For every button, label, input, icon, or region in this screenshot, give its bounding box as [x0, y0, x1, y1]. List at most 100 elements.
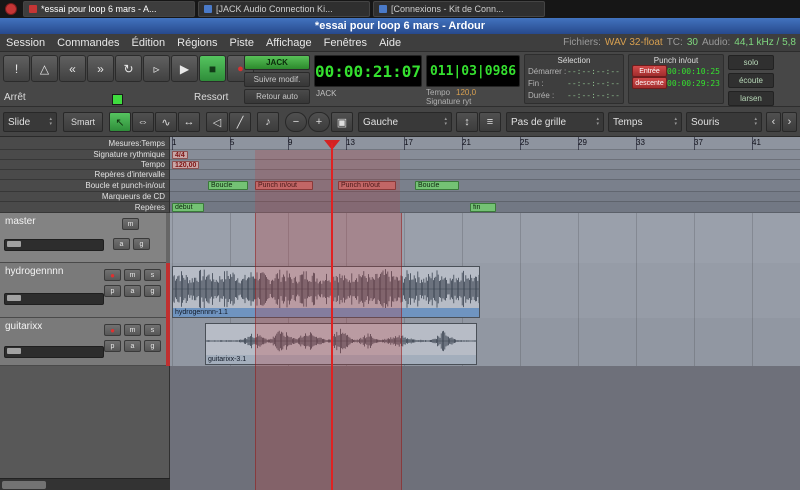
track-name[interactable]: hydrogennnn: [5, 266, 63, 277]
track-header-master[interactable]: master m a g: [0, 213, 166, 263]
playlist-button[interactable]: p: [104, 340, 121, 352]
object-tool[interactable]: ↖: [109, 112, 131, 132]
punch-out-toggle[interactable]: descente: [632, 77, 667, 89]
feedback-button[interactable]: larsen: [728, 91, 774, 106]
selection-start-value[interactable]: --:--:--:--: [567, 67, 620, 76]
bars-ruler[interactable]: 1 5 9 13 17 21 25 29 33 37 41: [170, 137, 800, 150]
automation-button[interactable]: a: [124, 340, 141, 352]
automation-button[interactable]: a: [113, 238, 130, 250]
task-button-connections[interactable]: [Connexions - Kit de Conn...: [373, 1, 545, 17]
signature-marker[interactable]: 4/4: [172, 151, 188, 159]
playhead-line[interactable]: [331, 213, 333, 490]
metronome-button[interactable]: △: [31, 55, 58, 82]
mute-button[interactable]: m: [124, 324, 141, 336]
follow-edits-button[interactable]: Suivre modif.: [244, 72, 310, 87]
scrollbar-thumb[interactable]: [2, 481, 46, 489]
loop-marker[interactable]: Boucle: [415, 181, 459, 190]
loop-button[interactable]: ↻: [115, 55, 142, 82]
track-header-guitarixx[interactable]: guitarixx ● m s p a g: [0, 318, 166, 366]
playhead-line[interactable]: [331, 143, 333, 213]
automation-button[interactable]: a: [124, 285, 141, 297]
app-icon[interactable]: [5, 3, 17, 15]
track-name[interactable]: master: [5, 216, 36, 227]
punch-in-time[interactable]: 00:00:10:25: [667, 67, 720, 76]
group-button[interactable]: g: [133, 238, 150, 250]
location-marker-start[interactable]: début: [172, 203, 204, 212]
solo-button[interactable]: s: [144, 269, 161, 281]
task-button-jack[interactable]: [JACK Audio Connection Ki...: [198, 1, 370, 17]
tempo-value[interactable]: 120,0: [456, 88, 476, 97]
menu-aide[interactable]: Aide: [373, 36, 407, 50]
fader-handle[interactable]: [7, 241, 21, 247]
location-marker-end[interactable]: fin: [470, 203, 496, 212]
gain-fader[interactable]: [4, 346, 104, 358]
grid-mode-dropdown[interactable]: Pas de grille ▴▾: [506, 112, 604, 132]
horizontal-scrollbar[interactable]: [0, 478, 170, 490]
ruler-label-signature[interactable]: Signature rythmique: [0, 150, 169, 160]
mute-button[interactable]: m: [122, 218, 139, 230]
zoom-in-button[interactable]: +: [308, 112, 330, 132]
edit-mode-dropdown[interactable]: Slide ▴▾: [3, 112, 57, 132]
mute-button[interactable]: m: [124, 269, 141, 281]
snap-target-dropdown[interactable]: Souris ▴▾: [686, 112, 762, 132]
secondary-clock[interactable]: 011|03|0986: [426, 55, 520, 87]
zoom-focus-dropdown[interactable]: Gauche ▴▾: [358, 112, 452, 132]
track-name[interactable]: guitarixx: [5, 321, 42, 332]
primary-clock-mode[interactable]: JACK: [316, 89, 336, 98]
ruler-canvas[interactable]: 1 5 9 13 17 21 25 29 33 37 41 4/4 120,00…: [170, 137, 800, 213]
ruler-label-markers[interactable]: Repères: [0, 202, 169, 213]
stop-button[interactable]: ■: [199, 55, 226, 82]
auto-return-button[interactable]: Retour auto: [244, 89, 310, 104]
ruler-label-bars[interactable]: Mesures:Temps: [0, 137, 169, 150]
fit-tracks-button[interactable]: ↕: [456, 112, 478, 132]
ruler-label-ranges[interactable]: Repères d'intervalle: [0, 170, 169, 180]
group-button[interactable]: g: [144, 340, 161, 352]
window-titlebar[interactable]: *essai pour loop 6 mars - Ardour: [0, 18, 800, 34]
solo-button[interactable]: solo: [728, 55, 774, 70]
zoom-out-button[interactable]: −: [285, 112, 307, 132]
nav-right-button[interactable]: ›: [782, 112, 797, 132]
goto-end-button[interactable]: »: [87, 55, 114, 82]
nav-left-button[interactable]: ‹: [766, 112, 781, 132]
play-selection-button[interactable]: ▹: [143, 55, 170, 82]
selection-end-value[interactable]: --:--:--:--: [567, 79, 620, 88]
jack-sync-button[interactable]: JACK: [244, 55, 310, 70]
menu-piste[interactable]: Piste: [224, 36, 260, 50]
ruler-unit-dropdown[interactable]: Temps ▴▾: [608, 112, 682, 132]
ruler-label-loop-punch[interactable]: Boucle et punch-in/out: [0, 180, 169, 192]
menu-fenetres[interactable]: Fenêtres: [318, 36, 373, 50]
record-arm-button[interactable]: ●: [104, 269, 121, 281]
play-button[interactable]: ▶: [171, 55, 198, 82]
task-button-ardour[interactable]: *essai pour loop 6 mars - A...: [23, 1, 195, 17]
menu-affichage[interactable]: Affichage: [260, 36, 318, 50]
primary-clock[interactable]: 00:00:21:07: [314, 55, 422, 87]
audition-button[interactable]: écoute: [728, 73, 774, 88]
draw-tool[interactable]: ╱: [229, 112, 251, 132]
selection-duration-value[interactable]: --:--:--:--: [567, 91, 620, 100]
zoom-fit-button[interactable]: ▣: [331, 112, 353, 132]
group-button[interactable]: g: [144, 285, 161, 297]
goto-start-button[interactable]: «: [59, 55, 86, 82]
punch-out-time[interactable]: 00:00:29:23: [667, 79, 720, 88]
menu-session[interactable]: Session: [0, 36, 51, 50]
stretch-tool[interactable]: ∿: [155, 112, 177, 132]
loop-marker[interactable]: Boucle: [208, 181, 248, 190]
range-tool[interactable]: ⇔: [132, 112, 154, 132]
trim-tool[interactable]: ◁: [206, 112, 228, 132]
gain-fader[interactable]: [4, 293, 104, 305]
fader-handle[interactable]: [7, 348, 21, 354]
punch-in-toggle[interactable]: Entrée: [632, 65, 667, 77]
audition-tool[interactable]: ↔: [178, 112, 200, 132]
ruler-label-cd-markers[interactable]: Marqueurs de CD: [0, 192, 169, 202]
solo-button[interactable]: s: [144, 324, 161, 336]
record-arm-button[interactable]: ●: [104, 324, 121, 336]
menu-commandes[interactable]: Commandes: [51, 36, 125, 50]
fader-handle[interactable]: [7, 295, 21, 301]
ruler-label-tempo[interactable]: Tempo: [0, 160, 169, 170]
menu-regions[interactable]: Régions: [171, 36, 223, 50]
gain-fader[interactable]: [4, 239, 104, 251]
punch-in-button[interactable]: !: [3, 55, 30, 82]
track-height-button[interactable]: ≡: [479, 112, 501, 132]
note-tool[interactable]: ♪: [257, 112, 279, 132]
track-header-hydrogennnn[interactable]: hydrogennnn ● m s p a g: [0, 263, 166, 318]
